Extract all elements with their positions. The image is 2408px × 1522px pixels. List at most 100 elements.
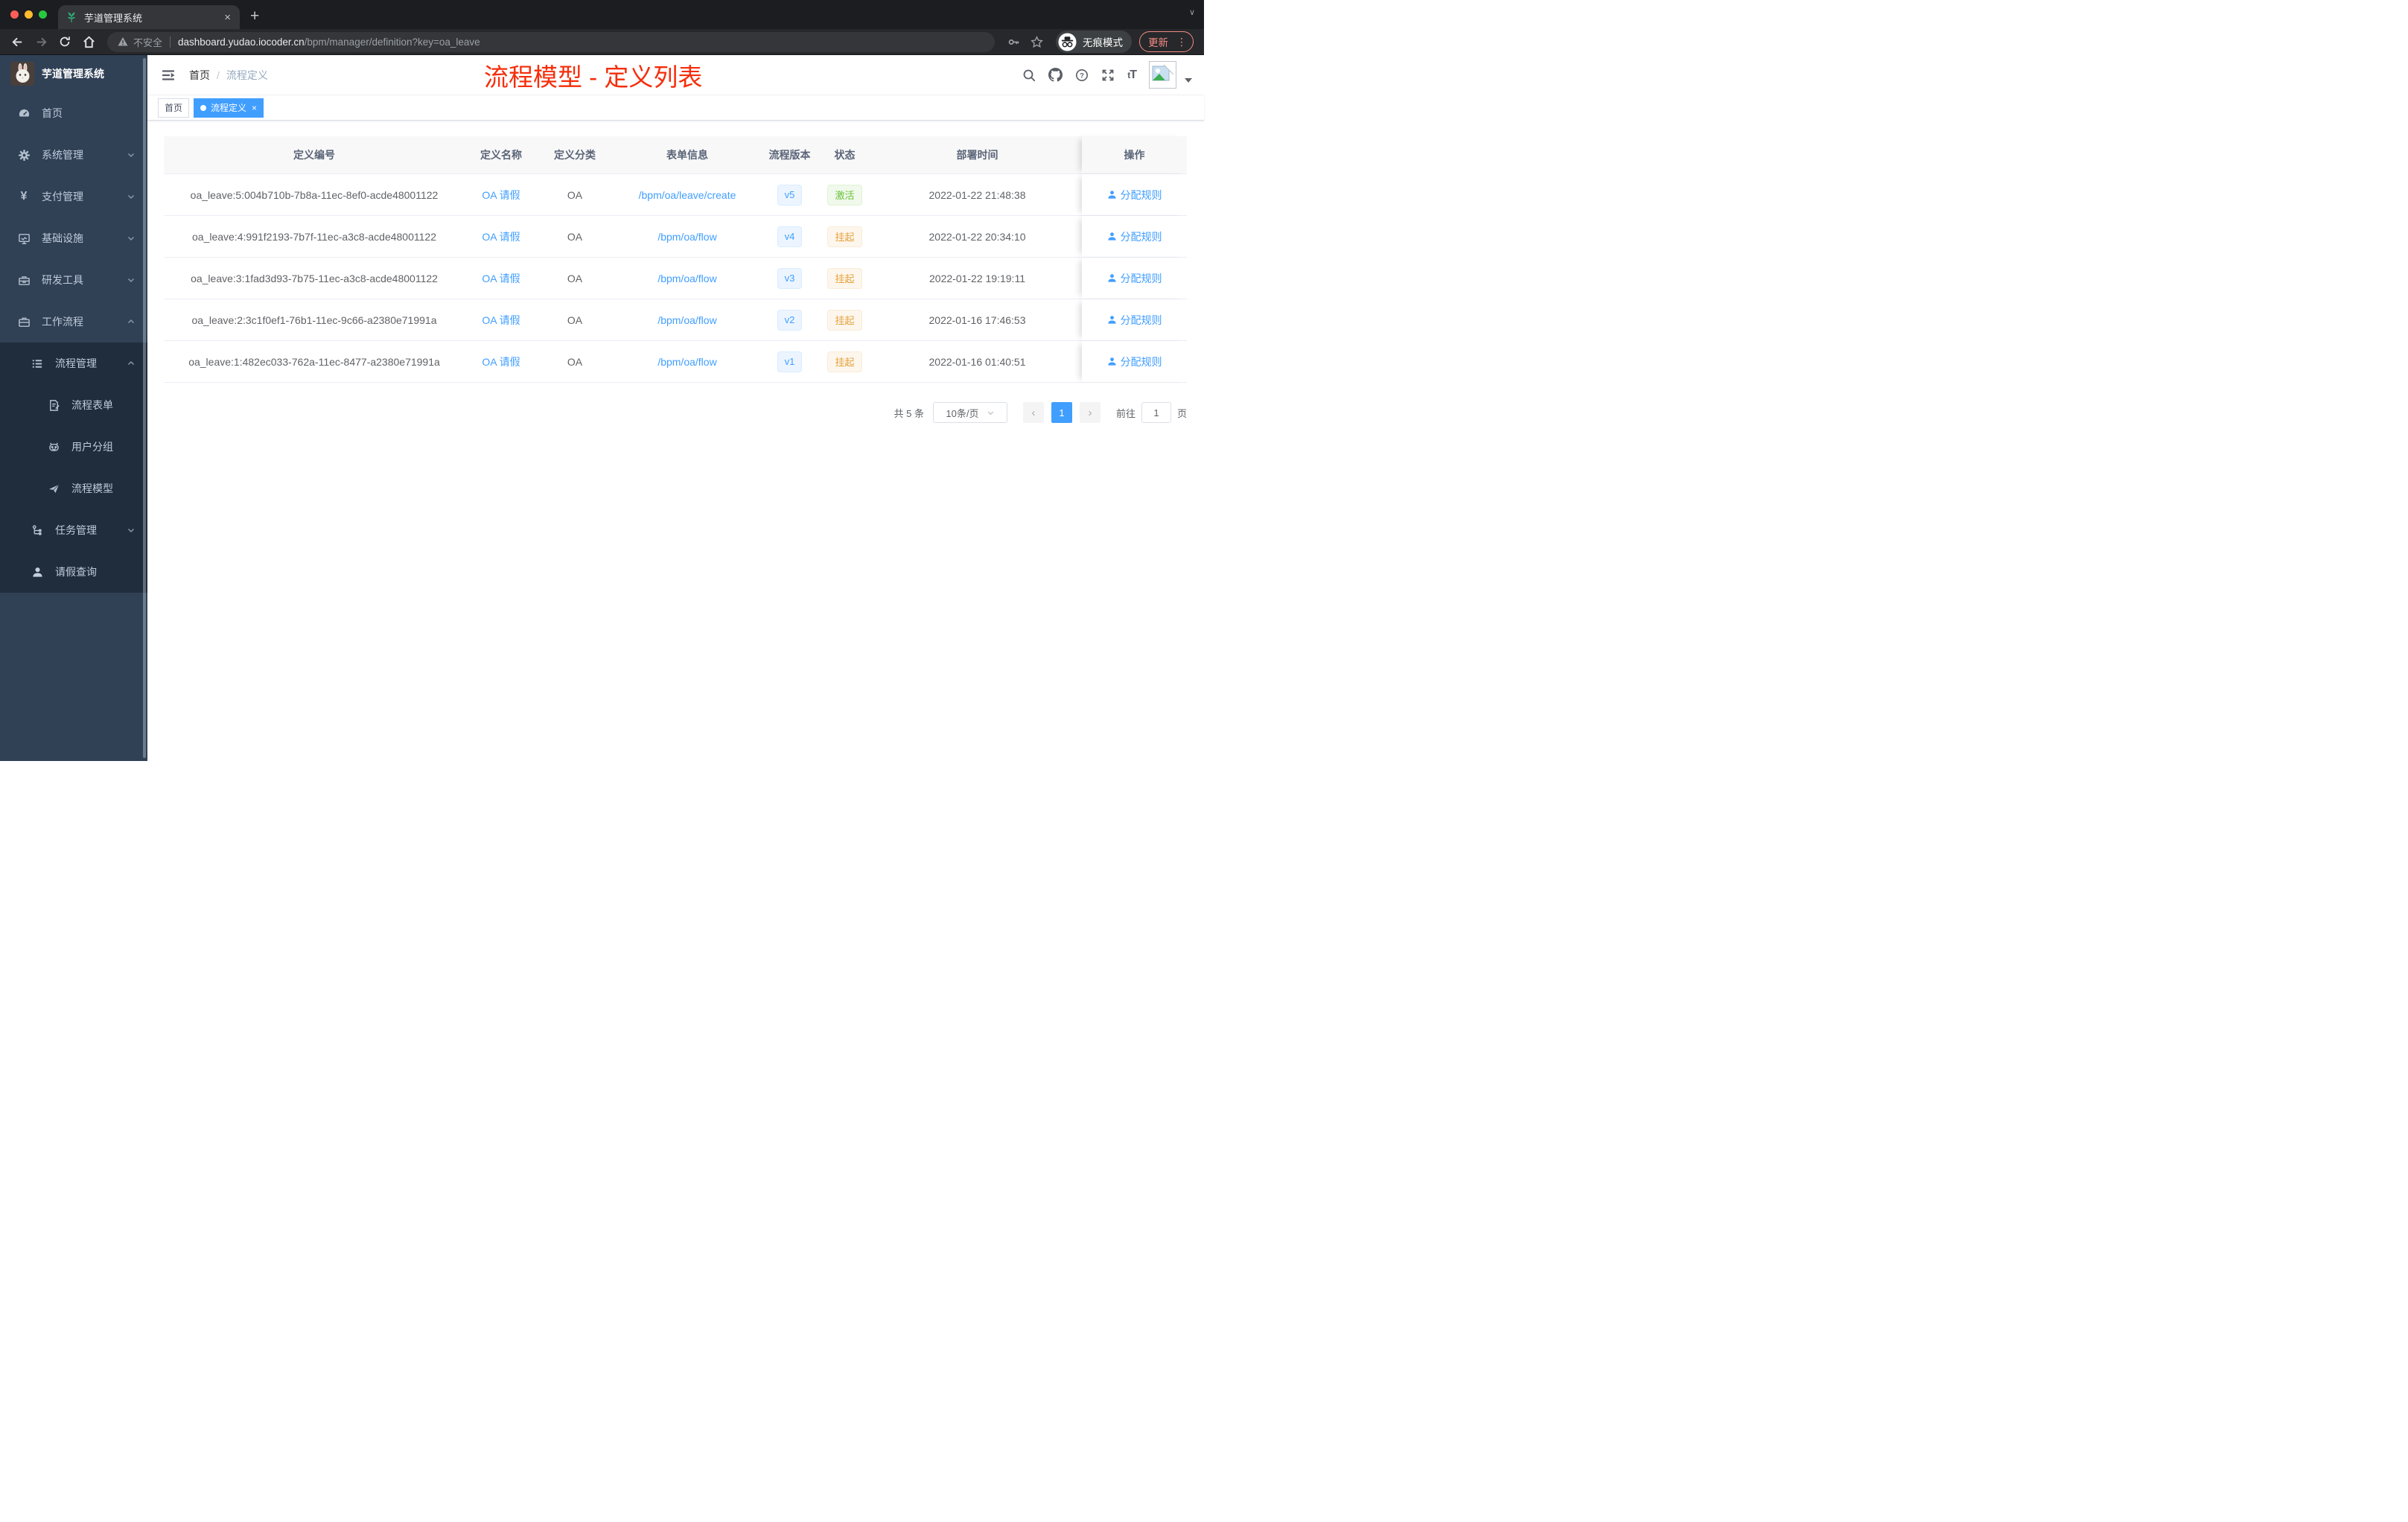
page-size-value: 10条/页 (946, 407, 979, 419)
definition-id: oa_leave:1:482ec033-762a-11ec-8477-a2380… (188, 355, 440, 368)
sidebar-item-workflow[interactable]: 工作流程 (0, 301, 147, 343)
password-key-icon[interactable] (1007, 36, 1020, 48)
tab-close-icon[interactable]: × (223, 11, 232, 24)
active-tag-dot (200, 104, 207, 111)
close-window-button[interactable] (10, 10, 19, 19)
font-size-icon[interactable]: tT (1127, 69, 1137, 82)
assign-rule-link[interactable]: 分配规则 (1107, 313, 1162, 328)
goto-page-input[interactable] (1141, 402, 1171, 423)
tab-strip: 芋道管理系统 × + ∨ (0, 0, 1204, 29)
browser-menu-dots-icon[interactable]: ⋮ (1173, 36, 1190, 48)
status-badge: 挂起 (827, 226, 862, 247)
update-label: 更新 (1148, 37, 1168, 48)
deploy-time: 2022-01-16 17:46:53 (929, 313, 1026, 326)
deploy-time: 2022-01-16 01:40:51 (929, 355, 1026, 368)
chevron-down-icon (127, 150, 136, 159)
breadcrumb-current: 流程定义 (226, 69, 268, 81)
monitor-icon (16, 232, 31, 245)
yen-icon: ¥ (20, 190, 28, 203)
sidebar-item-process-management[interactable]: 流程管理 (0, 343, 147, 384)
form-info-link[interactable]: /bpm/oa/leave/create (639, 189, 736, 201)
sidebar-item-label: 基础设施 (42, 232, 83, 244)
assign-rule-link[interactable]: 分配规则 (1107, 271, 1162, 286)
new-tab-button[interactable]: + (250, 7, 259, 25)
avatar[interactable] (1149, 61, 1176, 89)
sidebar-item-process-form[interactable]: 流程表单 (0, 384, 147, 426)
address-bar[interactable]: 不安全 dashboard.yudao.iocoder.cn/bpm/manag… (107, 31, 995, 52)
list-icon (30, 357, 45, 370)
forward-button[interactable] (31, 32, 51, 51)
page-size-select[interactable]: 10条/页 (932, 402, 1007, 423)
status-badge: 挂起 (827, 309, 862, 331)
assign-rule-link[interactable]: 分配规则 (1107, 354, 1162, 369)
form-info-link[interactable]: /bpm/oa/flow (657, 314, 716, 326)
form-info-link[interactable]: /bpm/oa/flow (657, 231, 716, 243)
status-badge: 挂起 (827, 351, 862, 372)
tag-home[interactable]: 首页 (158, 98, 190, 118)
sidebar-item-task-management[interactable]: 任务管理 (0, 509, 147, 551)
github-icon[interactable] (1048, 68, 1063, 82)
sidebar-item-label: 流程表单 (71, 399, 113, 411)
definition-name-link[interactable]: OA 请假 (482, 229, 520, 244)
total-count: 共 5 条 (894, 407, 924, 419)
chevron-down-icon (127, 276, 136, 284)
update-browser-button[interactable]: 更新 ⋮ (1139, 31, 1194, 52)
sidebar-item-process-model[interactable]: 流程模型 (0, 468, 147, 509)
goto-label: 前往 (1115, 407, 1135, 419)
prev-page-button[interactable]: ‹ (1022, 402, 1044, 423)
assign-rule-link[interactable]: 分配规则 (1107, 229, 1162, 244)
sidebar-item-label: 研发工具 (42, 274, 83, 286)
version-badge: v3 (777, 267, 803, 289)
sidebar-item-label: 首页 (42, 107, 63, 119)
tag-process-definition[interactable]: 流程定义 × (194, 98, 264, 118)
definition-name-link[interactable]: OA 请假 (482, 188, 520, 203)
reload-button[interactable] (55, 32, 74, 51)
form-info-link[interactable]: /bpm/oa/flow (657, 356, 716, 368)
next-page-button[interactable]: › (1079, 402, 1101, 423)
user-icon (1107, 274, 1116, 282)
minimize-window-button[interactable] (25, 10, 33, 19)
tab-search-caret-icon[interactable]: ∨ (1189, 7, 1195, 17)
not-secure-label: 不安全 (133, 36, 163, 48)
search-icon[interactable] (1022, 69, 1036, 82)
breadcrumb: 首页 / 流程定义 (189, 68, 268, 83)
sidebar-item-user-group[interactable]: 用户分组 (0, 426, 147, 468)
zoom-window-button[interactable] (39, 10, 47, 19)
gear-icon (16, 149, 31, 162)
sidebar-item-payment[interactable]: ¥ 支付管理 (0, 176, 147, 217)
sidebar-item-system[interactable]: 系统管理 (0, 134, 147, 176)
sidebar-item-leave-query[interactable]: 请假查询 (0, 551, 147, 593)
definition-category: OA (567, 230, 583, 243)
not-secure-warning-icon (118, 36, 128, 47)
back-button[interactable] (7, 32, 27, 51)
bookmark-star-icon[interactable] (1031, 35, 1043, 48)
sidebar-item-home[interactable]: 首页 (0, 92, 147, 134)
sidebar-item-label: 任务管理 (55, 524, 97, 536)
page-unit-label: 页 (1176, 407, 1187, 419)
app-title: 芋道管理系统 (42, 68, 104, 80)
tag-close-icon[interactable]: × (252, 103, 257, 113)
help-icon[interactable]: ? (1075, 69, 1089, 82)
collapse-sidebar-icon[interactable] (161, 68, 176, 83)
definition-name-link[interactable]: OA 请假 (482, 354, 520, 369)
definition-name-link[interactable]: OA 请假 (482, 313, 520, 328)
definition-name-link[interactable]: OA 请假 (482, 271, 520, 286)
sidebar-item-devtools[interactable]: 研发工具 (0, 259, 147, 301)
fullscreen-icon[interactable] (1101, 69, 1115, 82)
assign-rule-link[interactable]: 分配规则 (1107, 188, 1162, 203)
app-logo[interactable]: 芋道管理系统 (0, 55, 147, 92)
browser-tab[interactable]: 芋道管理系统 × (58, 5, 240, 29)
sidebar-item-infrastructure[interactable]: 基础设施 (0, 217, 147, 259)
definition-category: OA (567, 313, 583, 326)
current-page-button[interactable]: 1 (1051, 402, 1072, 423)
home-button[interactable] (79, 32, 98, 51)
table-row: oa_leave:2:3c1f0ef1-76b1-11ec-9c66-a2380… (164, 299, 1187, 341)
chevron-down-icon (127, 526, 136, 535)
version-badge: v1 (777, 351, 803, 372)
avatar-dropdown-caret-icon[interactable] (1185, 77, 1192, 83)
app-header: 首页 / 流程定义 流程模型 - 定义列表 ? tT (147, 55, 1204, 95)
breadcrumb-home[interactable]: 首页 (189, 68, 210, 83)
table-body: oa_leave:5:004b710b-7b8a-11ec-8ef0-acde4… (164, 174, 1187, 383)
form-info-link[interactable]: /bpm/oa/flow (657, 273, 716, 284)
chevron-up-icon (127, 317, 136, 326)
